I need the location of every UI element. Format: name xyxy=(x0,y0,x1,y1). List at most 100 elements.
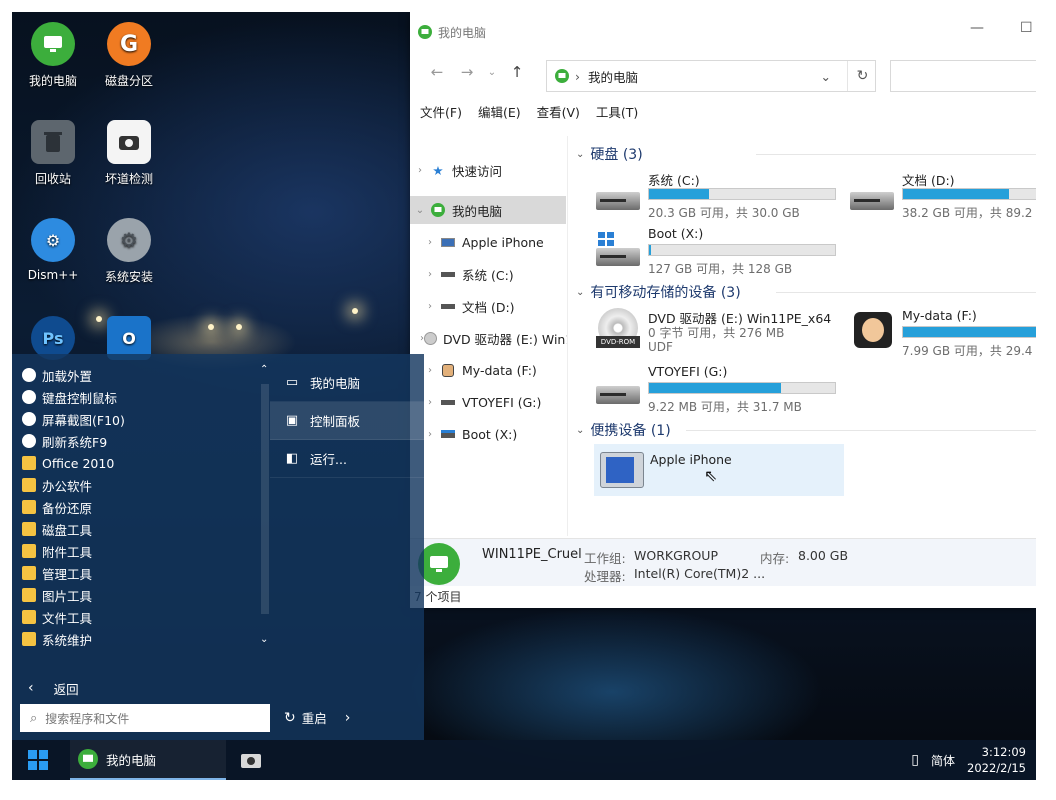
desktop-icon-recycle-bin[interactable]: 回收站 xyxy=(16,120,90,187)
address-bar[interactable]: › 我的电脑 ⌄ ↻ xyxy=(546,60,876,92)
scroll-up-icon[interactable]: ⌃ xyxy=(260,364,268,375)
nav-item-apple-iphone[interactable]: › Apple iPhone xyxy=(410,228,566,256)
folder-icon xyxy=(22,588,36,602)
start-menu-item[interactable]: 屏幕截图(F10) xyxy=(22,408,252,430)
monitor-icon: ▭ xyxy=(285,375,299,390)
forward-arrow-icon[interactable]: → xyxy=(452,63,482,81)
chevron-down-icon[interactable]: ⌄ xyxy=(576,425,584,436)
menu-file[interactable]: 文件(F) xyxy=(420,102,462,121)
group-removable[interactable]: ⌄ 有可移动存储的设备 (3) xyxy=(576,280,1036,304)
chevron-right-icon[interactable]: › xyxy=(345,710,351,726)
usage-bar xyxy=(648,188,836,200)
start-menu: 加载外置 键盘控制鼠标 屏幕截图(F10) 刷新系统F9 Office 2010 办公软件… xyxy=(12,354,424,740)
desktop-icon-dism[interactable]: ⚙ Dism++ xyxy=(16,218,90,282)
nav-item-drive-f[interactable]: › My-data (F:) xyxy=(410,356,566,384)
drive-c[interactable]: 系统 (C:) 20.3 GB 可用，共 30.0 GB xyxy=(590,170,840,224)
drive-icon xyxy=(440,299,456,313)
folder-icon xyxy=(22,500,36,514)
chevron-down-icon[interactable]: ⌄ xyxy=(821,69,831,84)
restart-button[interactable]: ↻ 重启 › xyxy=(284,708,350,727)
computer-icon xyxy=(418,25,432,39)
window-title: 我的电脑 xyxy=(438,25,487,40)
group-divider xyxy=(756,154,1036,155)
taskbar-camera-icon[interactable] xyxy=(240,750,262,770)
desktop-icon-partition[interactable]: G 磁盘分区 xyxy=(92,22,166,89)
chevron-down-icon[interactable]: ⌄ xyxy=(410,205,430,216)
start-menu-item[interactable]: 备份还原 xyxy=(22,496,252,518)
group-portable[interactable]: ⌄ 便携设备 (1) xyxy=(576,418,1036,442)
nav-item-drive-g[interactable]: › VTOYEFI (G:) xyxy=(410,388,566,416)
back-arrow-icon[interactable]: ← xyxy=(422,63,452,81)
content-pane: ⌄ 硬盘 (3) 系统 (C:) 20.3 GB 可用，共 30.0 GB 文档… xyxy=(570,136,1036,536)
hard-drive-icon xyxy=(850,180,896,210)
start-menu-item[interactable]: 刷新系统F9 xyxy=(22,430,252,452)
refresh-icon[interactable]: ↻ xyxy=(847,61,877,91)
start-menu-item[interactable]: 办公软件 xyxy=(22,474,252,496)
nav-item-my-computer[interactable]: ⌄ 我的电脑 xyxy=(410,196,566,224)
desktop-icon-disk-check[interactable]: 坏道检测 xyxy=(92,120,166,187)
history-chevron-icon[interactable]: ⌄ xyxy=(482,67,502,78)
shortcut-label: 我的电脑 xyxy=(310,376,361,391)
start-menu-item[interactable]: 文件工具 xyxy=(22,606,252,628)
shortcut-my-computer[interactable]: ▭ 我的电脑 xyxy=(270,364,424,402)
chevron-down-icon[interactable]: ⌄ xyxy=(576,149,584,160)
control-panel-icon: ▣ xyxy=(285,413,299,428)
start-menu-item[interactable]: 系统维护 xyxy=(22,628,252,650)
search-input[interactable] xyxy=(890,60,1036,92)
start-menu-item[interactable]: Office 2010 xyxy=(22,452,252,474)
chevron-right-icon[interactable]: › xyxy=(410,165,430,176)
drive-g[interactable]: VTOYEFI (G:) 9.22 MB 可用，共 31.7 MB xyxy=(590,364,840,418)
clock[interactable]: 3:12:09 2022/2/15 xyxy=(967,744,1026,776)
chevron-down-icon[interactable]: ⌄ xyxy=(576,287,584,298)
start-menu-item[interactable]: 键盘控制鼠标 xyxy=(22,386,252,408)
nav-item-drive-c[interactable]: › 系统 (C:) xyxy=(410,260,566,288)
start-menu-item[interactable]: 加载外置 xyxy=(22,364,252,386)
device-apple-iphone[interactable]: Apple iPhone ⇖ xyxy=(594,444,844,496)
start-menu-item[interactable]: 图片工具 xyxy=(22,584,252,606)
back-button[interactable]: ‹ 返回 xyxy=(12,674,268,702)
desktop-icon-my-computer[interactable]: 我的电脑 xyxy=(16,22,90,89)
drive-dvd-e[interactable]: DVD-ROM DVD 驱动器 (E:) Win11PE_x64 0 字节 可用… xyxy=(590,308,840,362)
desktop-icon-install[interactable]: ⚙ 系统安装 xyxy=(92,218,166,285)
install-icon: ⚙ xyxy=(107,218,151,262)
shortcut-label: 控制面板 xyxy=(310,414,361,429)
taskbar-app-my-computer[interactable]: 我的电脑 xyxy=(70,740,226,780)
wallpaper-light xyxy=(352,308,358,314)
drive-x[interactable]: Boot (X:) 127 GB 可用，共 128 GB xyxy=(590,226,840,280)
nav-item-drive-d[interactable]: › 文档 (D:) xyxy=(410,292,566,320)
start-menu-item[interactable]: 附件工具 xyxy=(22,540,252,562)
start-button[interactable] xyxy=(28,750,48,770)
status-bar: 7 个项目 xyxy=(414,590,462,604)
start-menu-item-label: 磁盘工具 xyxy=(42,522,93,538)
usb-device-icon[interactable]: ▯ xyxy=(911,752,919,768)
menu-view[interactable]: 查看(V) xyxy=(537,102,580,121)
desktop-icon-label: 我的电脑 xyxy=(28,74,77,88)
chevron-right-icon[interactable]: › xyxy=(420,237,440,248)
input-method-indicator[interactable]: 简体 xyxy=(931,752,955,769)
group-hard-disks[interactable]: ⌄ 硬盘 (3) xyxy=(576,142,1036,166)
start-menu-item[interactable]: 磁盘工具 xyxy=(22,518,252,540)
nav-item-drive-x[interactable]: › Boot (X:) xyxy=(410,420,566,448)
up-arrow-icon[interactable]: ↑ xyxy=(502,63,532,81)
boot-drive-icon xyxy=(596,232,642,266)
menu-edit[interactable]: 编辑(E) xyxy=(478,102,521,121)
start-search-input[interactable]: ⌕ 搜索程序和文件 xyxy=(20,704,270,732)
drive-f[interactable]: My-data (F:) 7.99 GB 可用，共 29.4 GB xyxy=(844,308,1036,362)
minimize-icon[interactable]: — xyxy=(970,20,984,36)
maximize-icon[interactable]: ☐ xyxy=(1020,20,1033,36)
start-menu-item[interactable]: 管理工具 xyxy=(22,562,252,584)
explorer-window: 我的电脑 — ☐ ← → ⌄ ↑ › 我的电脑 ⌄ ↻ 文件(F) 编辑(E) … xyxy=(410,12,1036,608)
screenshot-icon xyxy=(22,412,36,426)
nav-item-quick-access[interactable]: › ★ 快速访问 xyxy=(410,156,566,184)
drive-name: VTOYEFI (G:) xyxy=(648,364,728,379)
scroll-thumb[interactable] xyxy=(261,384,269,614)
chevron-right-icon[interactable]: › xyxy=(420,301,440,312)
scroll-down-icon[interactable]: ⌄ xyxy=(260,634,268,645)
menu-tools[interactable]: 工具(T) xyxy=(596,102,638,121)
title-bar[interactable]: 我的电脑 — ☐ xyxy=(410,12,1036,52)
drive-d[interactable]: 文档 (D:) 38.2 GB 可用，共 89.2 GB xyxy=(844,170,1036,224)
shortcut-run[interactable]: ◧ 运行... xyxy=(270,440,424,478)
nav-item-dvd-e[interactable]: › DVD 驱动器 (E:) Win11PE_x64 xyxy=(410,324,567,352)
shortcut-control-panel[interactable]: ▣ 控制面板 xyxy=(270,402,424,440)
chevron-right-icon[interactable]: › xyxy=(420,269,440,280)
